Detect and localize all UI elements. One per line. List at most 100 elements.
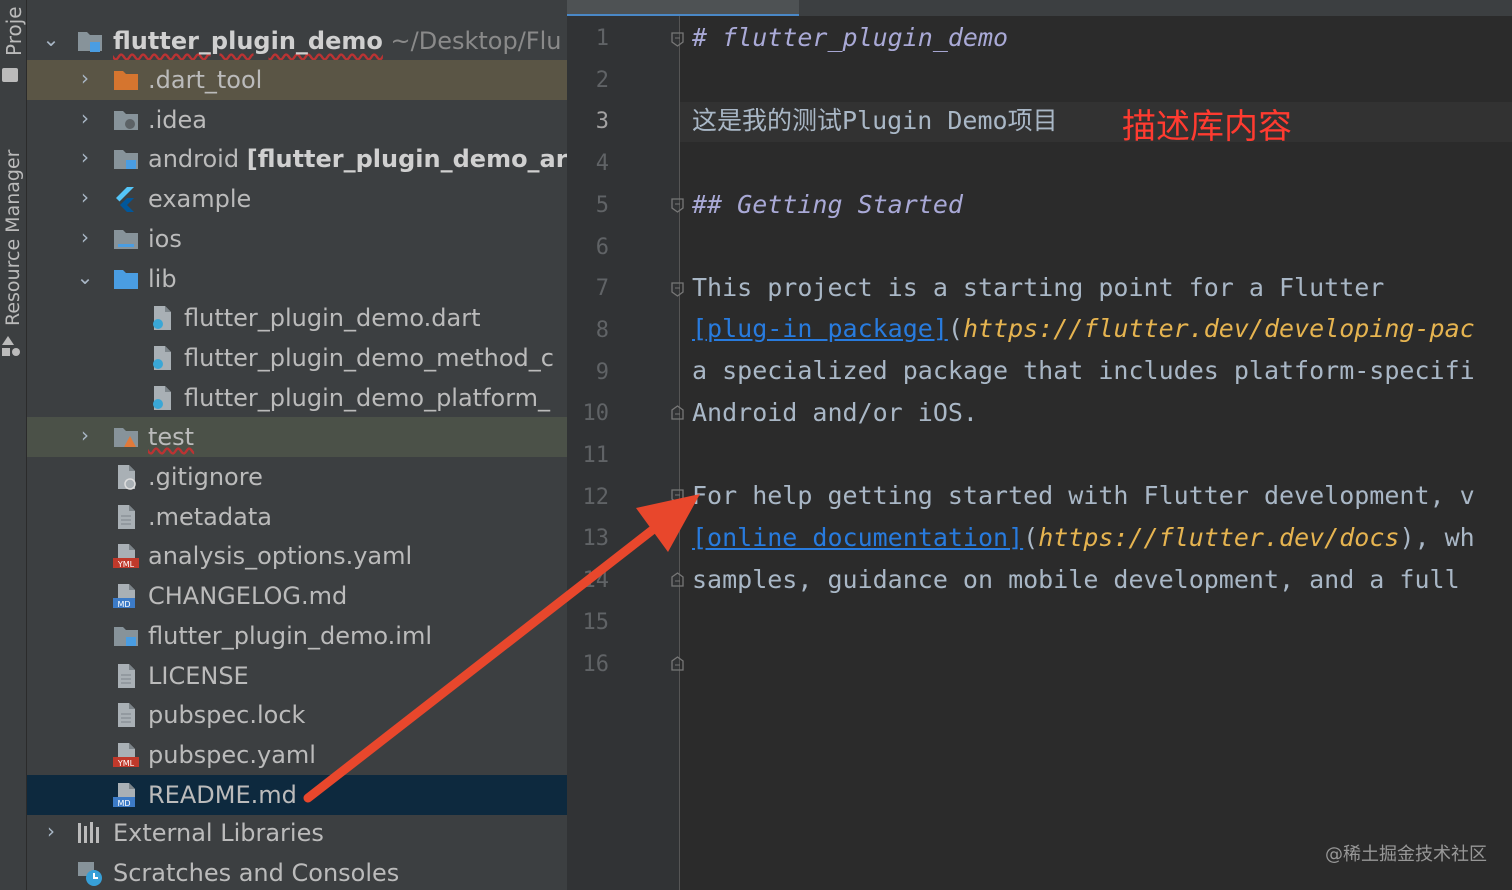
- chevron-down-icon[interactable]: ⌄: [41, 29, 61, 49]
- tree-row[interactable]: › test: [27, 417, 567, 458]
- code-line-14[interactable]: samples, guidance on mobile development,…: [692, 560, 1460, 600]
- tree-row[interactable]: .gitignore: [27, 457, 567, 497]
- dart-file-icon: [153, 306, 171, 331]
- chevron-right-icon[interactable]: ›: [75, 147, 95, 167]
- fold-end-marker-icon[interactable]: [671, 572, 684, 587]
- editor-pane[interactable]: 1 2 3 4 5 6 7 8 9 10 11 12 13 14 15 16 # flutter_plugin…: [567, 0, 1512, 890]
- line-number: 1: [595, 26, 609, 51]
- tree-row[interactable]: › example: [27, 179, 567, 219]
- folder-ios-icon: [114, 229, 138, 249]
- code-line-10[interactable]: Android and/or iOS.: [692, 393, 978, 433]
- tree-root-row[interactable]: ⌄ flutter_plugin_demo ~/Desktop/Flu: [27, 21, 567, 61]
- tree-row[interactable]: flutter_plugin_demo_platform_: [27, 378, 567, 418]
- line-number: 8: [595, 317, 609, 343]
- tree-label: analysis_options.yaml: [148, 542, 413, 571]
- fold-marker-icon[interactable]: [671, 489, 684, 504]
- tree-row[interactable]: › android [flutter_plugin_demo_ar: [27, 139, 567, 179]
- code-line-12[interactable]: For help getting started with Flutter de…: [692, 476, 1475, 516]
- markdown-file-icon: MD: [113, 584, 135, 609]
- fold-end-marker-icon[interactable]: [671, 656, 684, 671]
- line-number: 3: [595, 109, 609, 135]
- tree-row-external-libraries[interactable]: › External Libraries: [27, 813, 567, 853]
- fold-marker-icon[interactable]: [671, 198, 684, 213]
- tree-row[interactable]: MD CHANGELOG.md: [27, 576, 567, 616]
- line-number: 14: [582, 568, 610, 594]
- tree-row[interactable]: › .idea: [27, 100, 567, 140]
- tree-row[interactable]: MD README.md: [27, 774, 567, 815]
- code-line-1[interactable]: # flutter_plugin_demo: [692, 18, 1008, 58]
- chevron-right-icon[interactable]: ›: [75, 108, 95, 128]
- tree-label: CHANGELOG.md: [148, 582, 348, 611]
- tree-row[interactable]: LICENSE: [27, 656, 567, 696]
- text-file-icon: [118, 703, 135, 728]
- chevron-right-icon[interactable]: ›: [75, 68, 95, 88]
- svg-text:MD: MD: [117, 799, 130, 808]
- tree-row[interactable]: flutter_plugin_demo.iml: [27, 616, 567, 656]
- project-tool-tab-label: Proje: [2, 6, 26, 56]
- tree-label: .dart_tool: [148, 66, 263, 94]
- markdown-link-text[interactable]: [plug-in package]: [692, 314, 948, 343]
- dart-file-icon: [153, 385, 171, 410]
- line-number: 7: [595, 276, 609, 302]
- tree-label: flutter_plugin_demo.dart: [184, 304, 481, 333]
- markdown-link-url[interactable]: https://flutter.dev/developing-pac: [963, 314, 1475, 343]
- gitignore-file-icon: [118, 465, 136, 490]
- code-line-8[interactable]: [plug-in package](https://flutter.dev/de…: [692, 309, 1475, 349]
- chevron-right-icon[interactable]: ›: [75, 425, 95, 445]
- libraries-icon: [78, 822, 99, 843]
- folder-android-icon: [114, 150, 138, 170]
- iml-file-icon: [114, 626, 138, 646]
- tree-label: test: [148, 423, 195, 452]
- chevron-right-icon[interactable]: ›: [75, 187, 95, 207]
- tree-label: .idea: [148, 105, 208, 134]
- folder-icon: [114, 269, 138, 289]
- dart-file-icon: [153, 345, 171, 370]
- project-panel: ⌄ flutter_plugin_demo ~/Desktop/Flu › .da…: [27, 0, 567, 890]
- text-file-icon: [118, 663, 135, 688]
- fold-marker-icon[interactable]: [671, 32, 684, 47]
- line-number: 5: [595, 192, 609, 218]
- tree-label: .gitignore: [148, 463, 263, 491]
- project-tool-tab[interactable]: Proje: [0, 0, 26, 60]
- tree-row[interactable]: flutter_plugin_demo_method_c: [27, 338, 567, 378]
- tree-row-scratches[interactable]: Scratches and Consoles: [27, 853, 567, 890]
- chevron-right-icon[interactable]: ›: [75, 227, 95, 247]
- text-file-icon: [118, 504, 135, 529]
- code-line-3[interactable]: 这是我的测试Plugin Demo项目: [692, 101, 1058, 141]
- code-line-7[interactable]: This project is a starting point for a F…: [692, 268, 1384, 308]
- folder-icon: [2, 68, 18, 82]
- tree-row[interactable]: YML analysis_options.yaml: [27, 536, 567, 576]
- tree-row[interactable]: ⌄ lib: [27, 259, 567, 299]
- editor-tab-active[interactable]: [567, 0, 799, 16]
- markdown-link-url[interactable]: https://flutter.dev/docs: [1038, 523, 1399, 552]
- tree-label: pubspec.yaml: [148, 740, 316, 769]
- line-number: 9: [595, 359, 609, 385]
- annotation-text: 描述库内容: [1122, 107, 1292, 147]
- tree-label: ios: [148, 224, 182, 253]
- chevron-down-icon[interactable]: ⌄: [75, 267, 95, 287]
- line-number: 4: [595, 151, 609, 177]
- chevron-right-icon[interactable]: ›: [41, 821, 61, 841]
- line-number: 13: [582, 526, 610, 552]
- tree-row[interactable]: › .dart_tool: [27, 60, 567, 100]
- folder-settings-icon: [114, 110, 138, 130]
- tree-row[interactable]: .metadata: [27, 497, 567, 537]
- tree-label: Scratches and Consoles: [113, 859, 400, 887]
- yaml-file-icon: YML: [113, 544, 139, 569]
- folder-test-icon: [114, 428, 138, 448]
- tree-row[interactable]: flutter_plugin_demo.dart: [27, 298, 567, 338]
- module-folder-icon: [78, 32, 102, 52]
- tree-row[interactable]: YML pubspec.yaml: [27, 735, 567, 775]
- tree-label: lib: [148, 264, 177, 293]
- code-line-9[interactable]: a specialized package that includes plat…: [692, 351, 1475, 391]
- tree-label: .metadata: [148, 502, 272, 531]
- tree-row[interactable]: pubspec.lock: [27, 695, 567, 735]
- fold-marker-icon[interactable]: [671, 282, 684, 297]
- resource-manager-tool-tab[interactable]: Resource Manager: [0, 130, 26, 330]
- markdown-link-text[interactable]: [online documentation]: [692, 523, 1023, 552]
- code-line-5[interactable]: ## Getting Started: [692, 185, 963, 225]
- fold-end-marker-icon[interactable]: [671, 405, 684, 420]
- code-line-13[interactable]: [online documentation](https://flutter.d…: [692, 518, 1475, 558]
- tree-label: README.md: [148, 780, 297, 809]
- tree-row[interactable]: › ios: [27, 219, 567, 259]
